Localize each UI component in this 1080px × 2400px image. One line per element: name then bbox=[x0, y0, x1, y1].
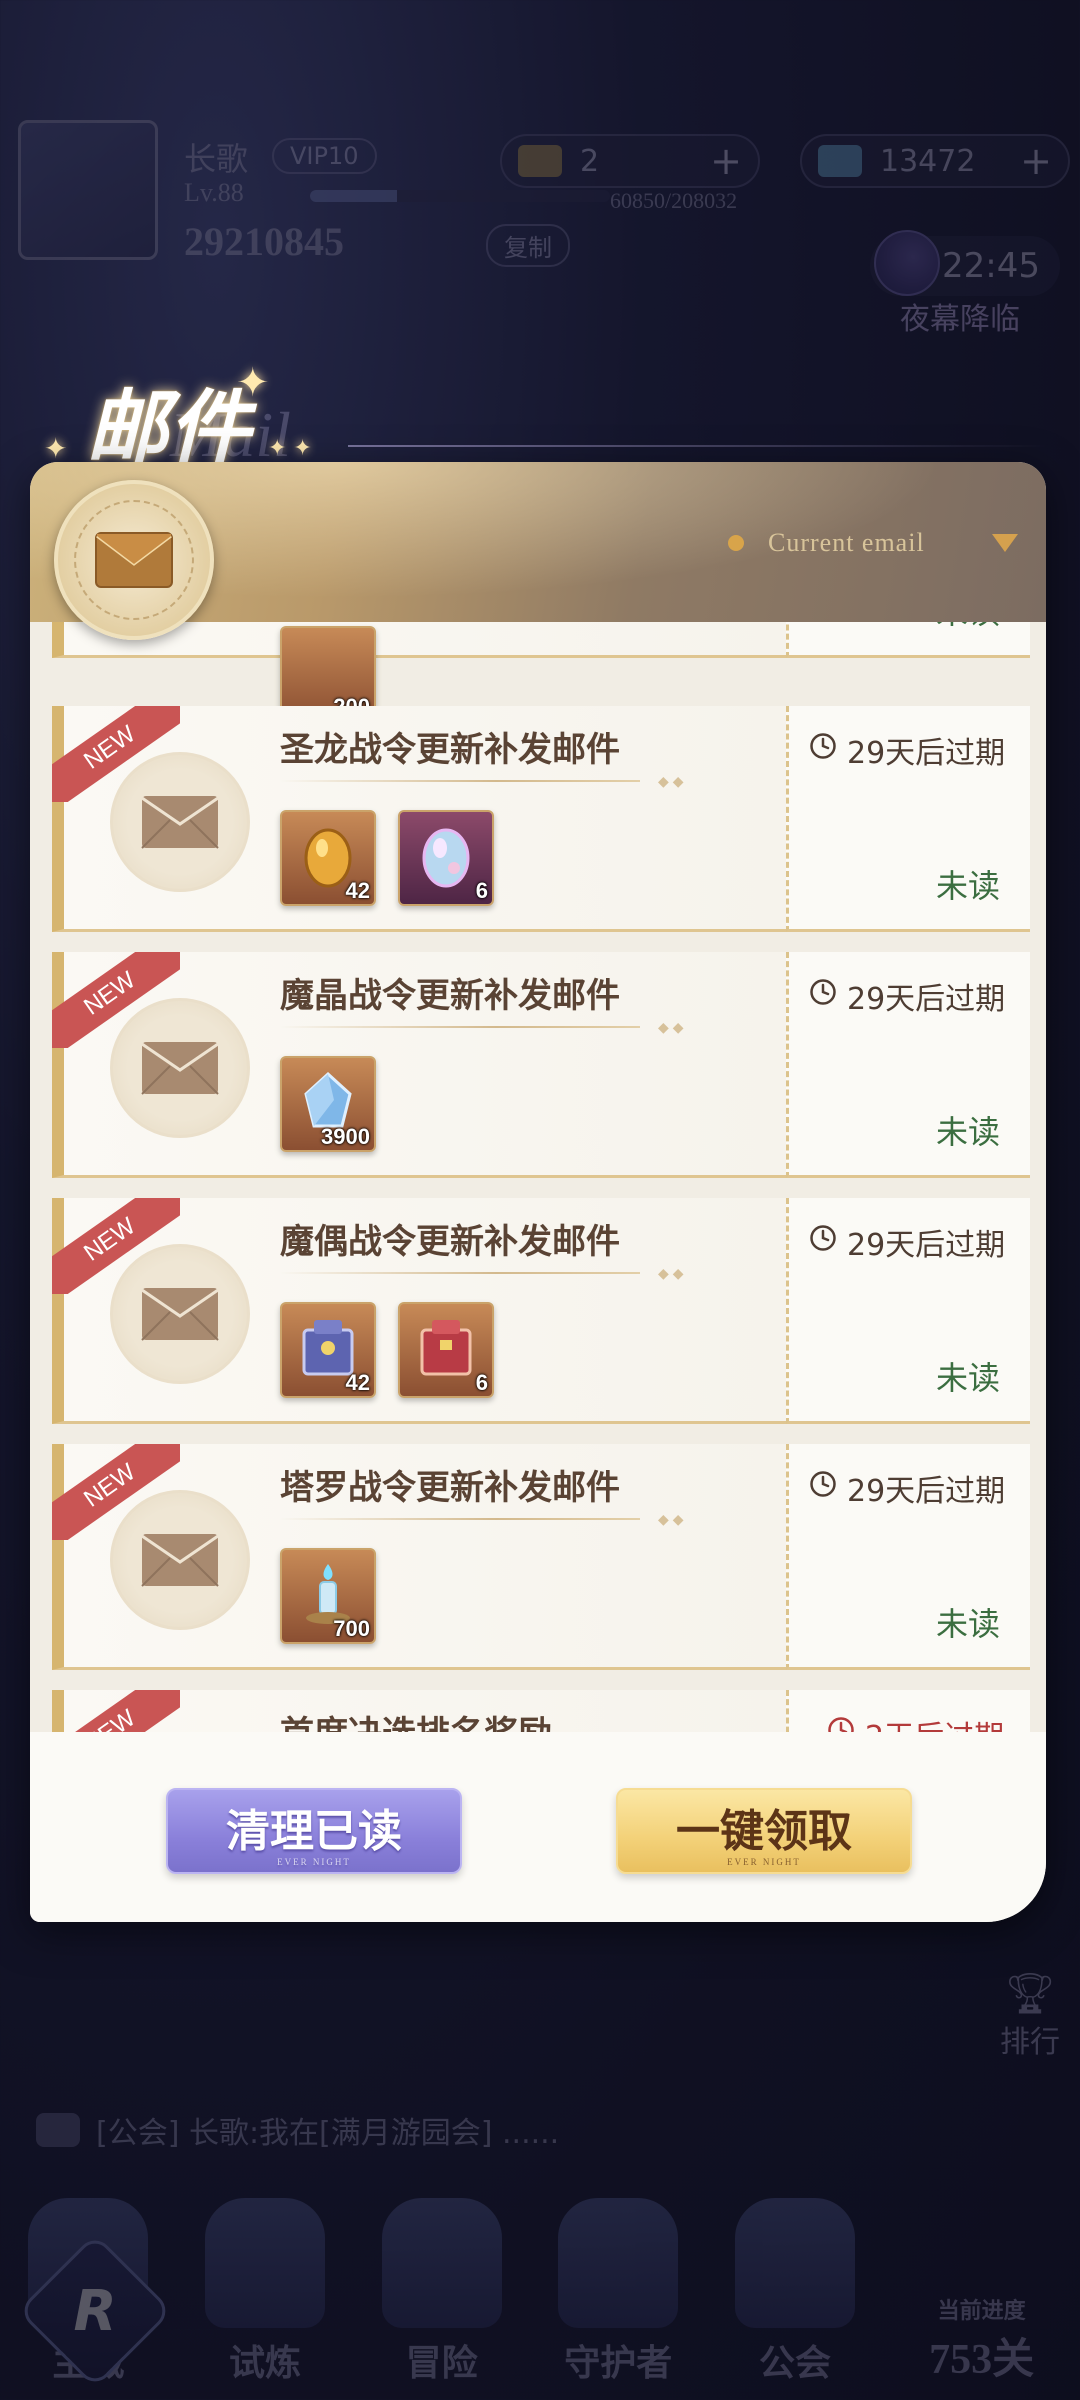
mail-card-meta: 2天后过期 bbox=[786, 1690, 1030, 1732]
clock-icon bbox=[827, 1716, 855, 1732]
mail-card-body: NEW 首席决选排名奖励 bbox=[52, 1690, 786, 1732]
mail-card-meta: 29天后过期 未读 bbox=[786, 706, 1030, 932]
envelope-icon bbox=[95, 532, 173, 588]
reward-row: 42 6 bbox=[280, 810, 494, 906]
mail-panel-footer: 清理已读 EVER NIGHT 一键领取 EVER NIGHT bbox=[30, 1732, 1046, 1922]
reward-item[interactable]: 42 bbox=[280, 1302, 376, 1398]
reward-item[interactable]: 700 bbox=[280, 1548, 376, 1644]
reward-amount: 6 bbox=[475, 878, 488, 903]
mail-title: 魔晶战令更新补发邮件 bbox=[280, 976, 620, 1016]
mail-title: 圣龙战令更新补发邮件 bbox=[280, 730, 620, 770]
mail-list[interactable]: 200 未读 NEW 圣龙战令更新补发邮件 ◆◆ 42 6 29天后过期 未读 N… bbox=[30, 622, 1046, 1732]
claim-all-label: 一键领取 bbox=[676, 1806, 852, 1857]
mail-emblem bbox=[54, 480, 214, 640]
mail-status: 未读 bbox=[935, 1605, 1000, 1643]
title-dots: ◆◆ bbox=[658, 1020, 688, 1036]
title-dots: ◆◆ bbox=[658, 1512, 688, 1528]
mail-panel: Current email 200 未读 NEW bbox=[30, 462, 1046, 1922]
reward-amount: 700 bbox=[333, 1616, 370, 1641]
mail-filter-dropdown[interactable]: Current email bbox=[728, 528, 1018, 558]
title-dots: ◆◆ bbox=[658, 1266, 688, 1282]
reward-item[interactable]: 42 bbox=[280, 810, 376, 906]
reward-amount: 42 bbox=[345, 1370, 370, 1395]
mail-card-body: NEW 圣龙战令更新补发邮件 ◆◆ 42 6 bbox=[52, 706, 786, 932]
new-badge: NEW bbox=[52, 1690, 180, 1732]
mail-expire: 2天后过期 bbox=[827, 1712, 1004, 1732]
sparkle-icon: ✦ ✦ bbox=[268, 436, 312, 461]
reward-item[interactable]: 6 bbox=[398, 810, 494, 906]
claim-all-button[interactable]: 一键领取 EVER NIGHT bbox=[616, 1788, 912, 1874]
envelope-icon bbox=[141, 1042, 219, 1095]
mail-card-meta: 29天后过期 未读 bbox=[786, 952, 1030, 1178]
mail-card[interactable]: NEW 塔罗战令更新补发邮件 ◆◆ 700 29天后过期 未读 bbox=[52, 1444, 1030, 1670]
mail-expire: 29天后过期 bbox=[809, 1466, 1005, 1510]
expire-text: 29天后过期 bbox=[847, 982, 1006, 1017]
chevron-down-icon bbox=[992, 534, 1018, 552]
mail-envelope bbox=[110, 1244, 250, 1384]
mail-envelope bbox=[110, 1490, 250, 1630]
title-underline bbox=[280, 1518, 640, 1520]
clock-icon bbox=[809, 1224, 837, 1260]
mail-card[interactable]: NEW 圣龙战令更新补发邮件 ◆◆ 42 6 29天后过期 未读 bbox=[52, 706, 1030, 932]
mail-card[interactable]: NEW 首席决选排名奖励 2天后过期 bbox=[52, 1690, 1030, 1732]
title-underline bbox=[280, 780, 640, 782]
mail-status: 未读 bbox=[935, 867, 1000, 905]
envelope-icon bbox=[141, 1534, 219, 1587]
mail-title: 塔罗战令更新补发邮件 bbox=[280, 1468, 620, 1508]
mail-status: 未读 bbox=[935, 1359, 1000, 1397]
mail-card-partial[interactable]: 200 未读 bbox=[52, 622, 1030, 722]
mail-title: 首席决选排名奖励 bbox=[280, 1706, 552, 1732]
clock-icon bbox=[809, 978, 837, 1014]
filter-dot-icon bbox=[728, 535, 744, 551]
clock-icon bbox=[809, 732, 837, 768]
mail-envelope bbox=[110, 998, 250, 1138]
clock-icon bbox=[809, 1470, 837, 1506]
mail-title: 魔偶战令更新补发邮件 bbox=[280, 1222, 620, 1262]
mail-card-meta: 29天后过期 未读 bbox=[786, 1198, 1030, 1424]
filter-selected-label: Current email bbox=[768, 528, 925, 557]
expire-text: 29天后过期 bbox=[847, 1474, 1006, 1509]
expire-text: 29天后过期 bbox=[847, 736, 1006, 771]
mail-status: 未读 bbox=[936, 622, 1000, 633]
mail-card-body: NEW 魔偶战令更新补发邮件 ◆◆ 42 6 bbox=[52, 1198, 786, 1424]
mail-card-body: NEW 塔罗战令更新补发邮件 ◆◆ 700 bbox=[52, 1444, 786, 1670]
reward-item[interactable]: 6 bbox=[398, 1302, 494, 1398]
title-underline bbox=[280, 1026, 640, 1028]
reward-amount: 42 bbox=[345, 878, 370, 903]
title-dots: ◆◆ bbox=[658, 774, 688, 790]
reward-row: 42 6 bbox=[280, 1302, 494, 1398]
mail-status: 未读 bbox=[935, 1113, 1000, 1151]
mail-card[interactable]: NEW 魔偶战令更新补发邮件 ◆◆ 42 6 29天后过期 未读 bbox=[52, 1198, 1030, 1424]
mail-expire: 29天后过期 bbox=[809, 1220, 1005, 1264]
mail-expire: 29天后过期 bbox=[809, 728, 1005, 772]
title-underline bbox=[280, 1272, 640, 1274]
sparkle-icon: ✦ bbox=[44, 432, 68, 465]
button-caption: EVER NIGHT bbox=[727, 1857, 801, 1867]
mail-card[interactable]: NEW 魔晶战令更新补发邮件 ◆◆ 3900 29天后过期 未读 bbox=[52, 952, 1030, 1178]
expire-text: 29天后过期 bbox=[847, 1228, 1006, 1263]
envelope-icon bbox=[141, 796, 219, 849]
mail-envelope bbox=[110, 752, 250, 892]
reward-amount: 6 bbox=[475, 1370, 488, 1395]
reward-row: 700 bbox=[280, 1548, 376, 1644]
title-divider bbox=[348, 445, 1048, 447]
mail-card-body: NEW 魔晶战令更新补发邮件 ◆◆ 3900 bbox=[52, 952, 786, 1178]
sparkle-icon: ✦ bbox=[236, 360, 270, 406]
mail-card-meta: 29天后过期 未读 bbox=[786, 1444, 1030, 1670]
clear-read-label: 清理已读 bbox=[226, 1806, 402, 1857]
reward-amount: 3900 bbox=[321, 1124, 370, 1149]
button-caption: EVER NIGHT bbox=[277, 1857, 351, 1867]
reward-row: 3900 bbox=[280, 1056, 376, 1152]
expire-text: 2天后过期 bbox=[865, 1712, 1004, 1732]
reward-item[interactable]: 3900 bbox=[280, 1056, 376, 1152]
clear-read-button[interactable]: 清理已读 EVER NIGHT bbox=[166, 1788, 462, 1874]
envelope-icon bbox=[141, 1288, 219, 1341]
mail-expire: 29天后过期 bbox=[809, 974, 1005, 1018]
